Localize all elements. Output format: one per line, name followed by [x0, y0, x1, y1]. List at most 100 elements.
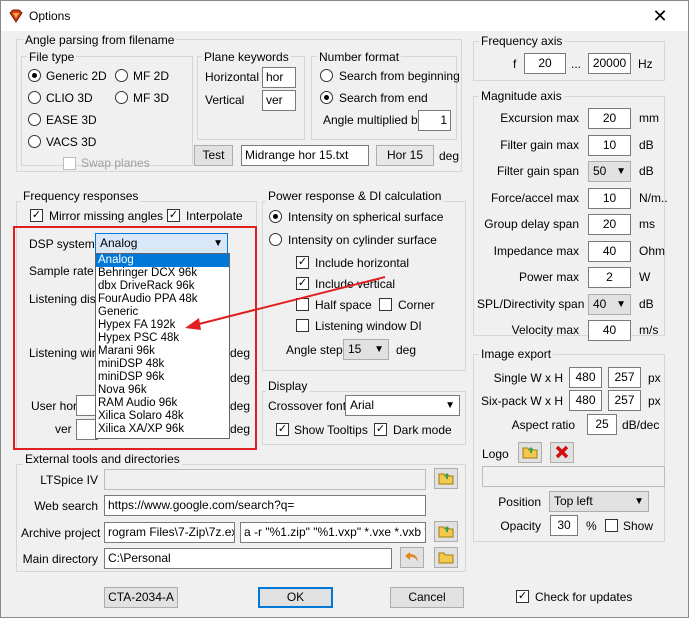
- magnitude-row-input[interactable]: 10: [588, 187, 631, 209]
- browse-archive-button[interactable]: [434, 521, 458, 542]
- freq-max-input[interactable]: 20000: [588, 53, 631, 74]
- browse-folder-button[interactable]: [434, 468, 458, 489]
- sixpack-height-input[interactable]: 257: [608, 390, 641, 411]
- show-logo-checkbox[interactable]: [605, 519, 618, 532]
- archive-path-input[interactable]: rogram Files\7-Zip\7z.exe: [104, 522, 235, 543]
- radio-search-end[interactable]: [320, 91, 333, 104]
- web-search-input[interactable]: https://www.google.com/search?q=: [104, 495, 426, 516]
- check-updates-checkbox[interactable]: ✓: [516, 590, 529, 603]
- aspect-ratio-label: Aspect ratio: [511, 418, 575, 432]
- magnitude-row-label: Power max: [518, 270, 579, 284]
- horizontal-label: Horizontal: [205, 70, 260, 84]
- radio-cylinder[interactable]: [269, 233, 282, 246]
- magnitude-row-input[interactable]: 40: [588, 320, 631, 341]
- single-width-input[interactable]: 480: [569, 367, 602, 388]
- app-logo-icon: [9, 9, 23, 23]
- swap-planes-checkbox[interactable]: [63, 157, 76, 170]
- range-dots: ...: [571, 57, 582, 71]
- radio-search-beginning[interactable]: [320, 69, 333, 82]
- magnitude-row-select[interactable]: 50 ▼: [588, 161, 631, 182]
- red-highlight-box: [13, 226, 257, 450]
- angle-parsing-legend: Angle parsing from filename: [23, 33, 177, 47]
- magnitude-row-input[interactable]: 20: [588, 214, 631, 235]
- magnitude-row-unit: W: [639, 270, 651, 284]
- undo-arrow-icon: [405, 552, 418, 562]
- file-type-legend: File type: [27, 50, 77, 64]
- mirror-angles-label: Mirror missing angles: [49, 209, 164, 223]
- test-button[interactable]: Test: [194, 145, 233, 166]
- radio-label: EASE 3D: [46, 113, 97, 127]
- magnitude-row-unit: m/s: [639, 323, 659, 337]
- magnitude-row-input[interactable]: 2: [588, 267, 631, 288]
- include-horizontal-label: Include horizontal: [315, 256, 410, 270]
- vertical-keyword-input[interactable]: ver: [262, 90, 296, 111]
- radio-vacs-3d[interactable]: [28, 135, 41, 148]
- radio-ease-3d[interactable]: [28, 113, 41, 126]
- archive-args-input[interactable]: a -r "%1.zip" "%1.vxp" *.vxe *.vxb *.vx: [240, 522, 426, 543]
- magnitude-row-input[interactable]: 10: [588, 134, 631, 156]
- radio-mf-3d[interactable]: [115, 91, 128, 104]
- power-response-legend: Power response & DI calculation: [266, 189, 444, 203]
- spherical-label: Intensity on spherical surface: [288, 210, 444, 224]
- close-button[interactable]: ✕: [640, 4, 680, 28]
- test-result: Hor 15: [376, 145, 434, 166]
- magnitude-row-select[interactable]: 40 ▼: [588, 293, 631, 315]
- number-format-legend: Number format: [317, 50, 402, 64]
- options-dialog: Options ✕ Angle parsing from filename Fi…: [0, 0, 689, 618]
- radio-mf-2d[interactable]: [115, 69, 128, 82]
- include-horizontal-checkbox[interactable]: ✓: [296, 256, 309, 269]
- logo-remove-button[interactable]: [550, 442, 574, 463]
- magnitude-row-input[interactable]: 40: [588, 240, 631, 262]
- angle-step-select[interactable]: 15 ▼: [343, 339, 389, 360]
- radio-spherical[interactable]: [269, 210, 282, 223]
- ok-button[interactable]: OK: [258, 587, 333, 608]
- angle-multiplier-input[interactable]: 1: [418, 110, 451, 131]
- radio-label: VACS 3D: [46, 135, 97, 149]
- image-export-legend: Image export: [479, 347, 554, 361]
- position-label: Position: [498, 495, 541, 509]
- main-directory-input[interactable]: C:\Personal: [104, 548, 392, 569]
- test-filename-input[interactable]: Midrange hor 15.txt: [241, 145, 369, 166]
- ltspice-path-input[interactable]: [104, 469, 426, 490]
- folder-icon: [438, 552, 454, 564]
- chevron-down-icon: ▼: [445, 400, 455, 411]
- opacity-input[interactable]: 30: [550, 515, 578, 536]
- radio-generic-2d[interactable]: [28, 69, 41, 82]
- cta-2034-a-button[interactable]: CTA-2034-A: [104, 587, 178, 608]
- show-tooltips-label: Show Tooltips: [294, 423, 368, 437]
- chevron-down-icon: ▼: [374, 344, 384, 355]
- freq-min-input[interactable]: 20: [524, 53, 566, 74]
- show-tooltips-checkbox[interactable]: ✓: [276, 423, 289, 436]
- px-unit: px: [648, 394, 661, 408]
- sixpack-width-input[interactable]: 480: [569, 390, 602, 411]
- magnitude-row-unit: N/m..: [639, 190, 668, 205]
- single-height-input[interactable]: 257: [608, 367, 641, 388]
- magnitude-row-unit: mm: [639, 111, 659, 125]
- horizontal-keyword-input[interactable]: hor: [262, 67, 296, 88]
- red-arrow-annotation: [185, 276, 386, 330]
- opacity-label: Opacity: [500, 519, 541, 533]
- magnitude-row-label: Velocity max: [511, 323, 579, 337]
- radio-label: CLIO 3D: [46, 91, 93, 105]
- crossover-font-select[interactable]: Arial ▼: [345, 395, 460, 416]
- mirror-angles-checkbox[interactable]: ✓: [30, 209, 43, 222]
- magnitude-axis-legend: Magnitude axis: [479, 89, 564, 103]
- logo-preview: [482, 466, 665, 487]
- dark-mode-checkbox[interactable]: ✓: [374, 423, 387, 436]
- logo-open-button[interactable]: [518, 442, 542, 463]
- cancel-button[interactable]: Cancel: [390, 587, 464, 608]
- magnitude-row-unit: dB: [639, 296, 654, 311]
- browse-directory-button[interactable]: [434, 547, 458, 568]
- crossover-font-label: Crossover font: [268, 399, 347, 413]
- magnitude-row-label: Impedance max: [493, 243, 579, 258]
- magnitude-row-input[interactable]: 20: [588, 108, 631, 129]
- radio-clio-3d[interactable]: [28, 91, 41, 104]
- interpolate-checkbox[interactable]: ✓: [167, 209, 180, 222]
- logo-label: Logo: [482, 447, 509, 461]
- frequency-responses-legend: Frequency responses: [21, 189, 141, 203]
- position-select[interactable]: Top left ▼: [549, 491, 649, 512]
- undo-button[interactable]: [400, 547, 424, 568]
- aspect-ratio-input[interactable]: 25: [587, 414, 617, 435]
- magnitude-row-label: Filter gain max: [500, 137, 579, 152]
- dark-mode-label: Dark mode: [393, 423, 452, 437]
